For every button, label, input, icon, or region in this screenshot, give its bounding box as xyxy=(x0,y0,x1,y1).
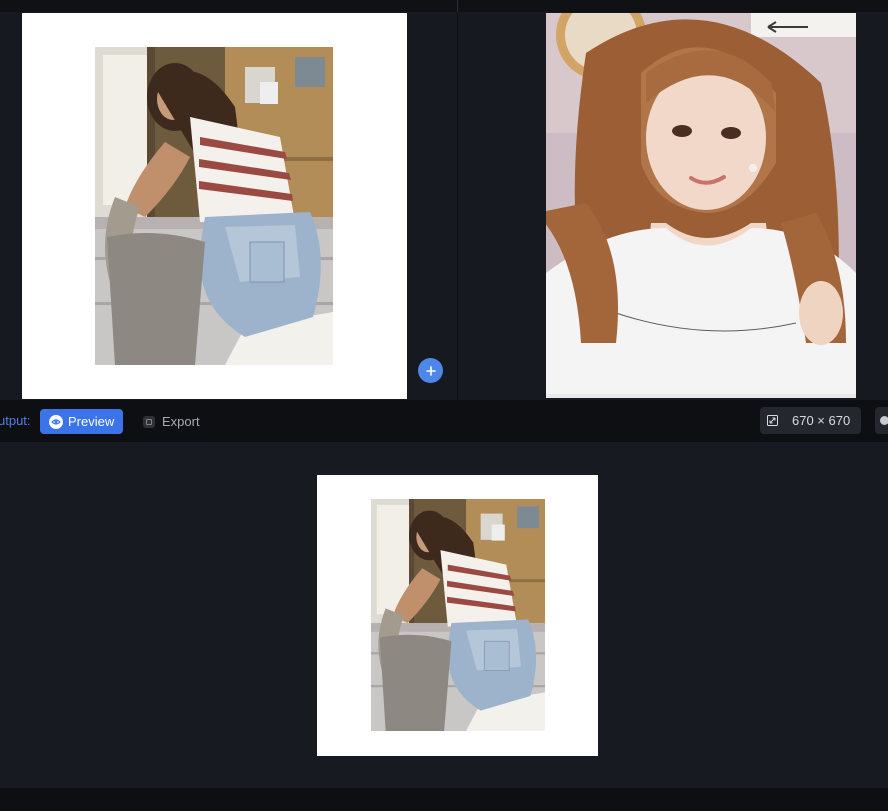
output-image xyxy=(371,499,545,731)
source-image xyxy=(95,47,333,365)
add-button[interactable] xyxy=(418,358,443,383)
app-window: utput: Preview Export 670 × 670 xyxy=(0,0,888,811)
plus-icon xyxy=(425,365,436,376)
source-canvas[interactable] xyxy=(22,13,407,399)
export-label: Export xyxy=(162,414,200,429)
preview-label: Preview xyxy=(68,414,115,429)
output-preview-area xyxy=(0,442,888,788)
output-label: utput: xyxy=(0,413,31,428)
export-icon xyxy=(143,415,155,428)
source-pane xyxy=(0,12,457,400)
settings-icon xyxy=(880,416,888,425)
bottom-status-bar xyxy=(0,788,888,811)
reference-image[interactable] xyxy=(546,13,856,394)
preview-button[interactable]: Preview xyxy=(40,409,123,434)
reference-pane xyxy=(458,12,888,400)
reference-image-edge xyxy=(546,394,856,398)
output-size-chip[interactable]: 670 × 670 xyxy=(760,407,861,434)
settings-chip[interactable] xyxy=(875,407,888,434)
toolbar-divider xyxy=(457,0,458,12)
output-canvas[interactable] xyxy=(317,475,598,756)
output-toolbar: utput: Preview Export 670 × 670 xyxy=(0,400,888,442)
export-button[interactable]: Export xyxy=(140,409,200,434)
resize-icon xyxy=(767,415,778,426)
eye-icon xyxy=(49,414,63,429)
output-size-label: 670 × 670 xyxy=(792,413,851,428)
top-toolbar xyxy=(0,0,888,12)
